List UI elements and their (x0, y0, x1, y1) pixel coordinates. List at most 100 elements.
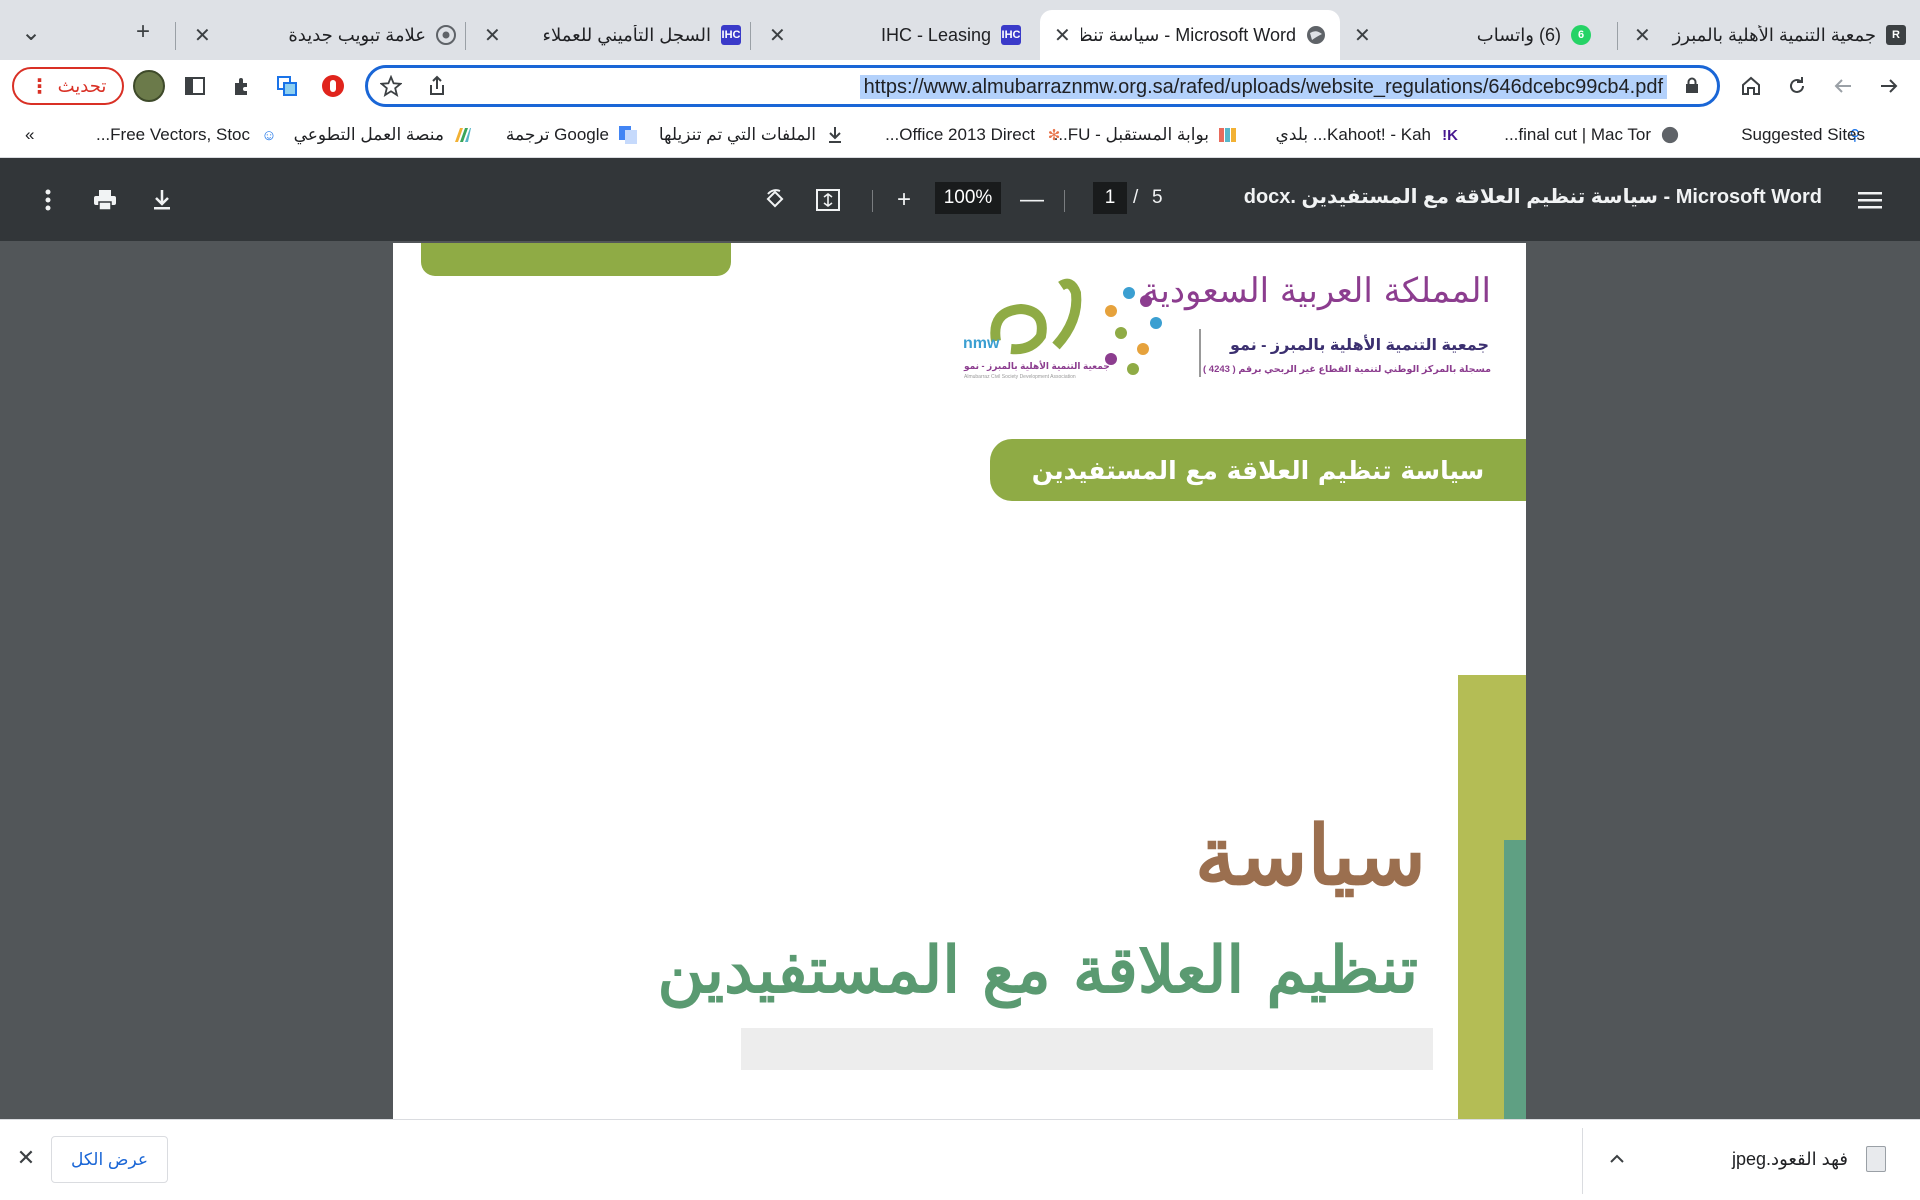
zoom-out-button[interactable]: — (1014, 182, 1050, 218)
home-icon[interactable] (1734, 69, 1768, 103)
google-translate-icon (617, 125, 639, 145)
page-number-input[interactable]: 1 (1093, 182, 1127, 214)
ihc-icon: IHC (1001, 25, 1021, 45)
tab-separator (175, 22, 176, 50)
decorative-bar (1504, 840, 1526, 1119)
toolbar-divider (872, 190, 873, 212)
tab-title: (6) واتساب (1476, 24, 1561, 45)
ihc-icon: IHC (721, 25, 741, 45)
future-gate-icon (1217, 125, 1239, 145)
zoom-in-button[interactable]: + (886, 182, 922, 218)
pdf-viewer[interactable]: nmw جمعية التنمية الأهلية بالمبرز - نمو … (0, 241, 1920, 1119)
side-panel-icon[interactable] (178, 69, 212, 103)
tab-ihc-leasing[interactable]: IHC IHC - Leasing ✕ (755, 10, 1035, 60)
close-downloads-icon[interactable]: ✕ (12, 1144, 40, 1172)
bookmark-downloads[interactable]: الملفات التي تم تنزيلها (659, 122, 846, 148)
update-button[interactable]: تحديث ⋮ (12, 67, 124, 105)
menu-icon[interactable] (1852, 182, 1888, 218)
download-icon (824, 125, 846, 145)
bookmark-label: Free Vectors, Stoc... (95, 125, 250, 144)
volunteer-icon (452, 125, 474, 145)
download-file-name[interactable]: فهد القعود.jpeg (1732, 1149, 1848, 1170)
reload-icon[interactable] (1780, 69, 1814, 103)
forward-icon[interactable] (1872, 69, 1906, 103)
back-icon[interactable] (1826, 69, 1860, 103)
org-name: جمعية التنمية الأهلية بالمبرز - نمو (1229, 337, 1489, 354)
bookmark-volunteer-platform[interactable]: منصة العمل التطوعي (294, 122, 474, 148)
bookmark-future-gate[interactable]: بوابة المستقبل - FU... (1054, 122, 1239, 148)
close-tab-icon[interactable]: ✕ (1354, 23, 1371, 48)
bookmark-google-translate[interactable]: Google ترجمة (506, 122, 639, 148)
decorative-tab (421, 243, 731, 276)
tab-new-tab[interactable]: علامة تبويب جديدة ✕ (180, 10, 470, 60)
tab-separator (750, 22, 751, 50)
tab-almubarraz[interactable]: R جمعية التنمية الأهلية بالمبرز ✕ (1620, 10, 1920, 60)
print-icon[interactable] (87, 182, 123, 218)
share-icon[interactable] (420, 69, 454, 103)
opera-adblock-icon[interactable] (316, 69, 350, 103)
tab-microsoft-word-pdf[interactable]: Microsoft Word - سياسة تنظيم العلاقة مع … (1040, 10, 1340, 60)
kahoot-icon: K! (1442, 126, 1458, 144)
page-total: 5 (1152, 187, 1163, 208)
header-band: سياسة تنظيم العلاقة مع المستفيدين (990, 439, 1526, 501)
address-bar[interactable]: https://www.almubarraznmw.org.sa/rafed/u… (365, 65, 1720, 107)
tab-separator (1617, 22, 1618, 50)
update-label: تحديث (57, 75, 107, 96)
nmw-caption: جمعية التنمية الأهلية بالمبرز - نمو (964, 361, 1110, 371)
registration-text: مسجلة بالمركز الوطني لتنمية القطاع غير ا… (1202, 364, 1491, 375)
close-tab-icon[interactable]: ✕ (484, 23, 501, 48)
tab-title: جمعية التنمية الأهلية بالمبرز (1672, 24, 1876, 45)
bookmark-label: final cut | Mac Tor... (1504, 125, 1651, 144)
more-vert-icon: ⋮ (29, 75, 50, 98)
bookmark-star-icon[interactable] (374, 69, 408, 103)
bookmark-label: Suggested Sites (1741, 125, 1865, 144)
pdf-page: nmw جمعية التنمية الأهلية بالمبرز - نمو … (393, 243, 1526, 1119)
bookmark-label: بوابة المستقبل - FU... (1053, 125, 1209, 144)
tab-search-icon[interactable]: ⌄ (13, 14, 49, 50)
page-separator: / (1133, 187, 1139, 208)
nmw-caption-en: Almubarraz Civil Society Development Ass… (964, 374, 1076, 380)
bookmark-kahoot[interactable]: K! Kahoot! - Kah... بلدي (1276, 122, 1461, 148)
bookmark-final-cut[interactable]: final cut | Mac Tor... (1504, 122, 1681, 148)
cover-title-line1: سياسة (1194, 808, 1426, 904)
chrome-icon (436, 25, 456, 45)
profile-avatar[interactable] (133, 70, 165, 102)
download-icon[interactable] (144, 182, 180, 218)
toolbar-divider (1064, 190, 1065, 212)
rotate-icon[interactable] (758, 182, 794, 218)
bookmark-suggested-sites[interactable]: Suggested Sites (1741, 122, 1865, 148)
bookmark-label: Kahoot! - Kah... بلدي (1275, 125, 1431, 144)
nmw-latin: nmw (963, 335, 1000, 352)
chevron-up-icon[interactable] (1602, 1144, 1632, 1174)
copy-extension-icon[interactable] (270, 69, 304, 103)
bookmarks-overflow-button[interactable]: » (25, 122, 34, 148)
lock-icon[interactable] (1685, 77, 1699, 93)
subtitle-placeholder (741, 1028, 1433, 1070)
tab-strip: ⌄ + علامة تبويب جديدة ✕ IHC السجل التأمي… (0, 0, 1920, 60)
more-options-icon[interactable] (30, 182, 66, 218)
bookmark-office-2013[interactable]: ✻ Office 2013 Direct... (885, 122, 1065, 148)
show-all-button[interactable]: عرض الكل (51, 1136, 168, 1183)
tab-title: علامة تبويب جديدة (288, 24, 426, 45)
tab-title: Microsoft Word - سياسة تنظيم العلاقة مع … (1080, 24, 1296, 45)
rafed-icon: R (1886, 25, 1906, 45)
bookmark-free-vectors[interactable]: ☺ Free Vectors, Stoc... (96, 122, 280, 148)
browser-toolbar: تحديث ⋮ https://www.almubarraznmw.org.sa… (0, 60, 1920, 112)
close-tab-icon[interactable]: ✕ (1634, 23, 1651, 48)
url-text[interactable]: https://www.almubarraznmw.org.sa/rafed/u… (859, 75, 1667, 99)
cover-title-line2: تنظيم العلاقة مع المستفيدين (657, 933, 1418, 1008)
extensions-icon[interactable] (224, 69, 258, 103)
fit-to-page-icon[interactable] (810, 182, 846, 218)
pdf-title: Microsoft Word - سياسة تنظيم العلاقة مع … (1243, 186, 1822, 208)
close-tab-icon[interactable]: ✕ (194, 23, 211, 48)
globe-icon (1306, 25, 1326, 45)
tab-whatsapp[interactable]: 6 (6) واتساب ✕ (1340, 10, 1605, 60)
image-file-icon (1866, 1146, 1886, 1172)
zoom-level[interactable]: 100% (935, 182, 1001, 214)
close-tab-icon[interactable]: ✕ (1054, 23, 1071, 48)
tab-insurance-record[interactable]: IHC السجل التأميني للعملاء ✕ (470, 10, 755, 60)
new-tab-button[interactable]: + (125, 14, 161, 50)
close-tab-icon[interactable]: ✕ (769, 23, 786, 48)
browser-window: ⌄ + علامة تبويب جديدة ✕ IHC السجل التأمي… (0, 0, 1920, 1200)
bookmarks-bar: » ⚲ Suggested Sites final cut | Mac Tor.… (0, 112, 1920, 158)
